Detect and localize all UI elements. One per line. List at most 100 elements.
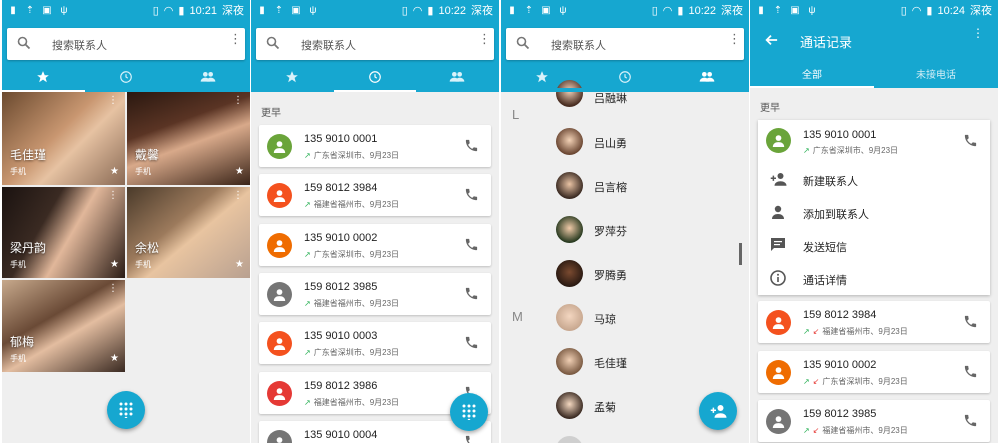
contact-row[interactable]: 马琼 [556,304,736,332]
contact-photo [556,172,583,199]
call-log-item[interactable]: 135 9010 0002 ↗ 广东省深圳市、9月23日 [259,223,491,266]
call-location: ↗ 广东省深圳市、9月23日 [304,348,400,358]
contact-name: 毛佳瑾 [594,358,627,370]
search-bar[interactable]: 搜索联系人 ⋮ [256,28,494,60]
favorite-tile[interactable]: ⋮ 郁梅 手机 ★ [2,280,125,372]
info-icon [770,270,786,286]
add-contact-button[interactable] [699,392,737,430]
menu-label: 新建联系人 [803,176,858,188]
more-options-icon[interactable]: ⋮ [478,32,491,45]
menu-new-contact[interactable]: 新建联系人 [758,164,990,197]
search-input[interactable]: 搜索联系人 [301,37,356,53]
upload-icon: ⇡ [773,5,783,16]
contact-row[interactable]: 罗腾勇 [556,260,736,288]
search-icon [516,36,530,50]
call-icon[interactable] [464,434,479,443]
contact-row[interactable]: 吕融琳 [556,80,736,116]
call-icon[interactable] [963,133,978,148]
call-log-item[interactable]: 135 9010 0001 ↗ 广东省深圳市、9月23日 [259,125,491,167]
favorite-phone-type: 手机 [135,167,151,176]
call-location: ↗ 广东省深圳市、9月23日 [803,146,899,155]
contact-photo [556,128,583,155]
contact-row[interactable]: 吕言榕 [556,172,736,200]
phone-number: 159 8012 3986 [304,379,378,392]
incoming-call-icon: ↗ [304,249,311,259]
call-icon[interactable] [464,286,479,301]
people-icon [450,72,465,82]
more-options-icon[interactable]: ⋮ [229,32,242,45]
contact-name: 马琼 [594,314,616,326]
person-icon [772,205,784,219]
call-icon[interactable] [464,138,479,153]
more-icon[interactable]: ⋮ [233,191,243,201]
call-log-item[interactable]: 159 8012 3985 ↗ 福建省福州市、9月23日 [259,272,491,315]
favorite-tile[interactable]: ⋮ 戴馨 手机 ★ [127,92,250,185]
dialpad-button[interactable] [450,393,488,431]
phone-number: 159 8012 3984 [803,309,877,321]
favorite-phone-type: 手机 [10,354,26,363]
usb-icon: ψ [309,5,317,16]
contact-photo [556,392,583,419]
call-log-item[interactable]: 159 8012 3984 ↗ 福建省福州市、9月23日 [259,174,491,217]
app-bar: 搜索联系人 ⋮ [251,24,499,92]
person-icon [772,366,785,379]
incoming-call-icon: ↗ [304,200,311,210]
contact-row[interactable]: 吕山勇 [556,128,736,156]
person-icon [273,387,286,400]
dialpad-button[interactable] [107,391,145,429]
call-icon[interactable] [963,364,978,379]
tab-missed[interactable]: 未接电话 [874,66,998,81]
tab-favorites[interactable] [2,64,85,92]
tab-favorites[interactable] [251,64,334,92]
back-arrow-icon[interactable] [764,33,778,47]
favorite-name: 毛佳瑾 [10,148,47,162]
scrollbar[interactable] [739,243,742,265]
call-icon[interactable] [963,413,978,428]
menu-add-to-contact[interactable]: 添加到联系人 [758,197,990,230]
search-input[interactable]: 搜索联系人 [52,37,107,53]
contact-row[interactable]: 毛佳瑾 [556,348,736,376]
favorite-tile[interactable]: ⋮ 余松 手机 ★ [127,187,250,278]
contact-name: 罗萍芬 [594,226,627,238]
tab-contacts[interactable] [416,64,499,92]
notification-icon: ▣ [790,5,800,16]
search-input[interactable]: 搜索联系人 [551,37,606,53]
tab-contacts[interactable] [167,64,250,92]
tab-recents[interactable] [334,64,417,92]
phone-number: 135 9010 0004 [304,428,378,441]
menu-send-sms[interactable]: 发送短信 [758,230,990,263]
call-icon[interactable] [464,187,479,202]
favorite-name: 郁梅 [10,335,35,349]
call-log-item[interactable]: 135 9010 0003 ↗ 广东省深圳市、9月23日 [259,322,491,365]
tab-indicator [750,86,874,88]
sim-icon: ▮ [10,5,16,16]
call-icon[interactable] [464,335,479,350]
menu-call-details[interactable]: 通话详情 [758,263,990,296]
tab-recents[interactable] [85,64,168,92]
favorite-tile[interactable]: ⋮ 毛佳瑾 手机 ★ [2,92,125,185]
search-bar[interactable]: 搜索联系人 ⋮ [7,28,245,60]
favorite-tile[interactable]: ⋮ 梁丹韵 手机 ★ [2,187,125,278]
call-icon[interactable] [963,314,978,329]
contact-name: 吕言榕 [594,182,627,194]
search-bar[interactable]: 搜索联系人 ⋮ [506,28,744,60]
call-icon[interactable] [464,237,479,252]
star-icon [37,71,50,83]
more-icon[interactable]: ⋮ [108,191,118,201]
more-options-icon[interactable]: ⋮ [972,27,984,39]
more-icon[interactable]: ⋮ [233,96,243,106]
message-icon [771,238,785,251]
call-location: ↗ ↙ 福建省福州市、9月23日 [803,426,908,435]
star-icon: ★ [110,353,119,364]
more-icon[interactable]: ⋮ [108,96,118,106]
more-options-icon[interactable]: ⋮ [728,32,741,45]
call-log-item[interactable]: 135 9010 0002 ↗ ↙ 广东省深圳市、9月23日 [758,350,990,393]
tab-all[interactable]: 全部 [750,66,874,81]
more-icon[interactable]: ⋮ [108,284,118,294]
contact-row[interactable]: 罗萍芬 [556,216,736,244]
phone-number: 159 8012 3985 [304,280,378,293]
section-letter: L [512,107,520,122]
call-log-item[interactable]: 159 8012 3985 ↗ ↙ 福建省福州市、9月23日 [758,400,990,442]
call-log-item[interactable]: 159 8012 3984 ↗ ↙ 福建省福州市、9月23日 [758,301,990,343]
carrier-label: 深夜 [721,5,743,17]
